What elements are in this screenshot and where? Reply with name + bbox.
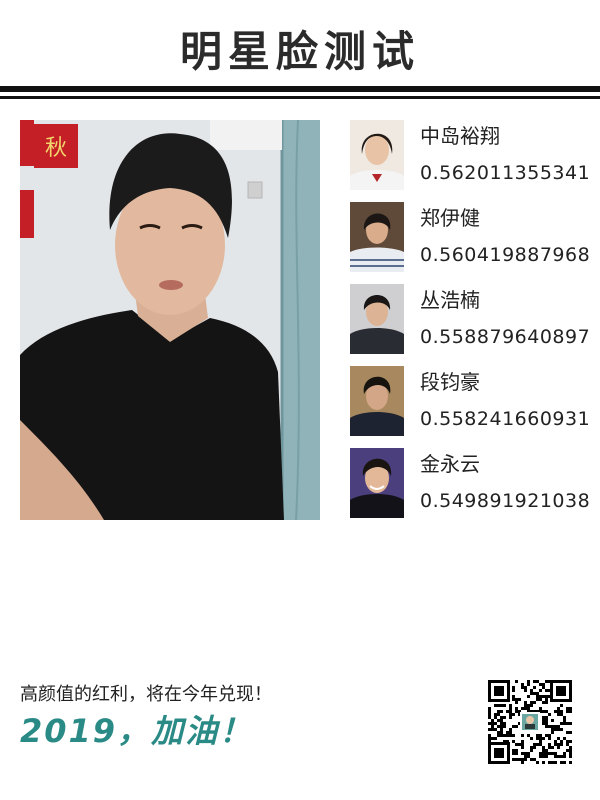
footer-cheer: 2019，加油！ — [20, 712, 254, 750]
match-thumbnail — [350, 120, 404, 190]
match-item: 中岛裕翔 0.562011355341 — [350, 120, 600, 200]
match-item: 丛浩楠 0.558879640897 — [350, 284, 600, 364]
banner-text: 秋 — [45, 136, 67, 161]
match-score: 0.558241660931 — [420, 408, 591, 430]
match-thumbnail — [350, 202, 404, 272]
match-score: 0.558879640897 — [420, 326, 591, 348]
match-thumbnail — [350, 284, 404, 354]
match-thumbnail — [350, 366, 404, 436]
match-name: 段钧豪 — [420, 370, 480, 394]
user-photo: 秋 — [20, 120, 320, 520]
match-score: 0.560419887968 — [420, 244, 591, 266]
match-thumbnail — [350, 448, 404, 518]
page-title: 明星脸测试 — [179, 27, 420, 76]
footer-slogan: 高颜值的红利，将在今年兑现！ — [20, 684, 272, 705]
match-score: 0.549891921038 — [420, 490, 591, 512]
match-score: 0.562011355341 — [420, 162, 591, 184]
match-item: 段钧豪 0.558241660931 — [350, 366, 600, 446]
header-rule-thin — [0, 96, 600, 99]
match-item: 金永云 0.549891921038 — [350, 448, 600, 528]
match-name: 丛浩楠 — [420, 288, 480, 312]
match-name: 金永云 — [420, 452, 480, 476]
header-rule-thick — [0, 86, 600, 92]
match-name: 中岛裕翔 — [420, 124, 500, 148]
match-name: 郑伊健 — [420, 206, 480, 230]
match-item: 郑伊健 0.560419887968 — [350, 202, 600, 282]
qr-code — [486, 678, 574, 766]
